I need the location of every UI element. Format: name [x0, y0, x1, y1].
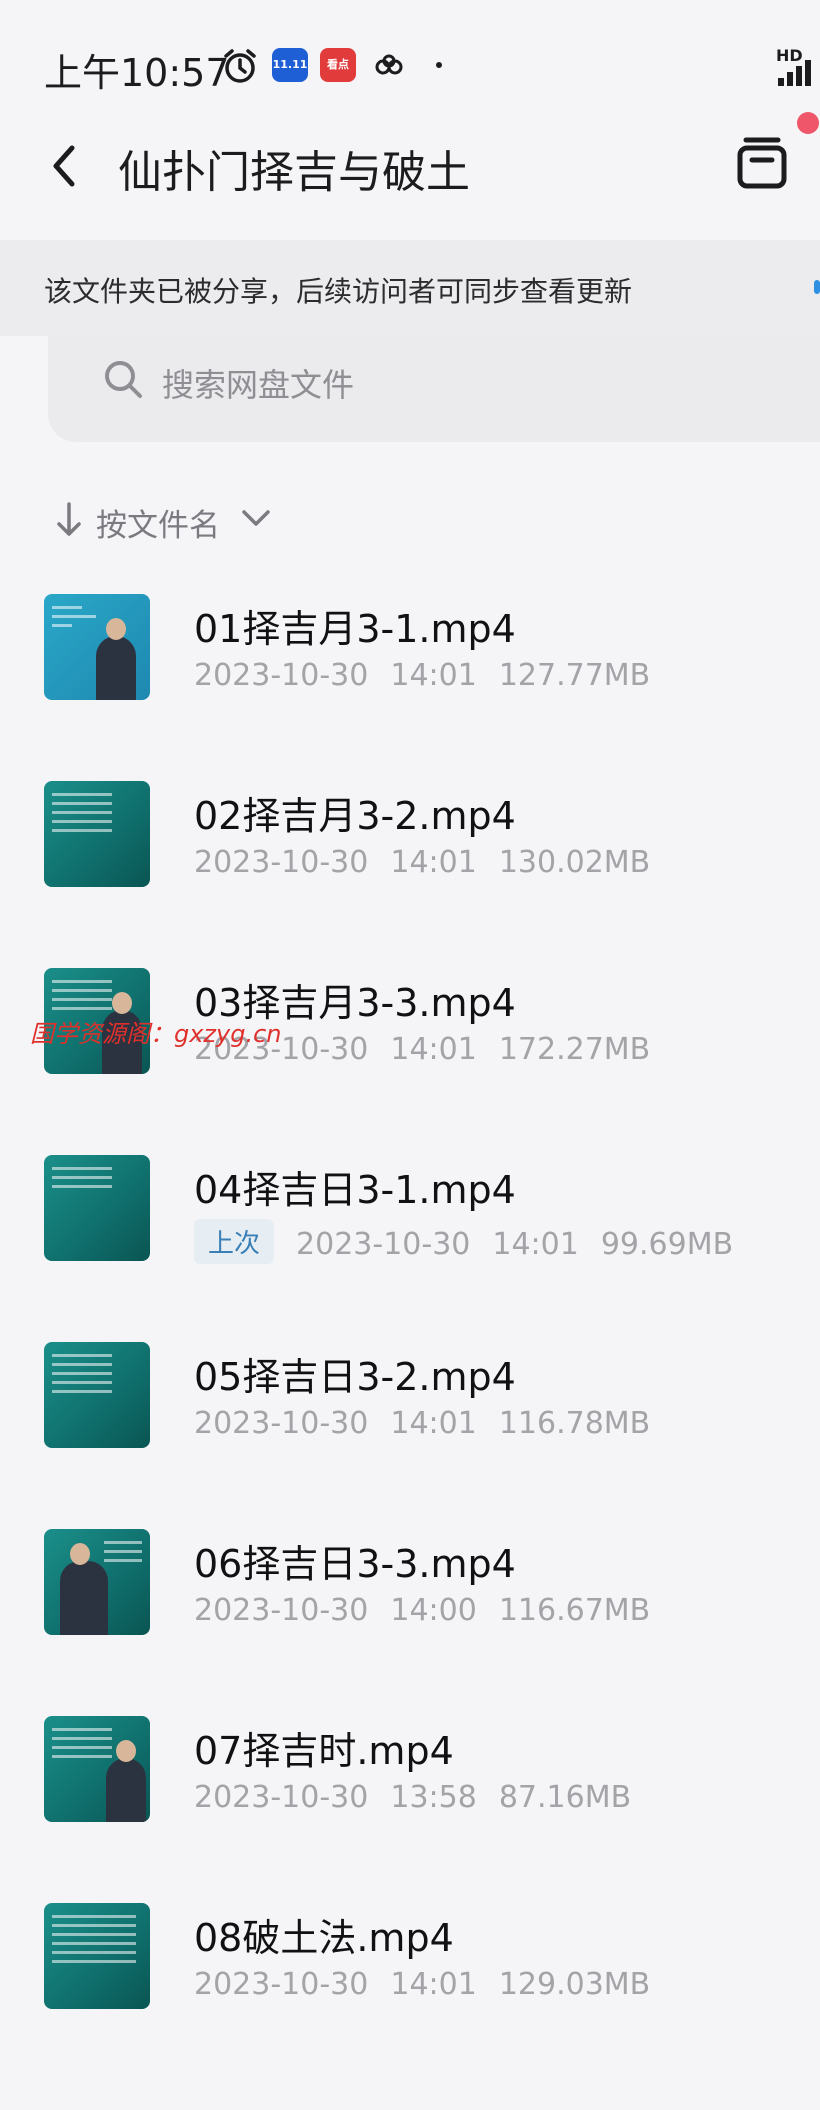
- file-name: 02择吉月3-2.mp4: [194, 794, 516, 838]
- status-bar: 上午10:57 11.11 看点 HD: [0, 0, 820, 130]
- file-time: 13:58: [390, 1780, 477, 1815]
- page-title: 仙扑门择吉与破土: [118, 147, 470, 198]
- file-size: 127.77MB: [498, 658, 651, 693]
- video-thumbnail: [44, 1342, 150, 1448]
- file-row[interactable]: 08破土法.mp4 2023-10-30 14:01 129.03MB: [0, 1869, 820, 2056]
- file-name: 08破土法.mp4: [194, 1916, 454, 1960]
- file-name: 06择吉日3-3.mp4: [194, 1542, 516, 1586]
- file-date: 2023-10-30: [194, 1780, 369, 1815]
- file-date: 2023-10-30: [296, 1227, 471, 1262]
- search-input[interactable]: 搜索网盘文件: [48, 336, 820, 442]
- banner-accent: [814, 280, 820, 294]
- file-size: 116.78MB: [498, 1406, 651, 1441]
- file-time: 14:01: [390, 1967, 477, 2002]
- share-banner: 该文件夹已被分享，后续访问者可同步查看更新: [0, 240, 820, 336]
- file-size: 129.03MB: [498, 1967, 651, 2002]
- file-meta: 上次 2023-10-30 14:01 99.69MB: [194, 1219, 755, 1264]
- file-meta: 2023-10-30 13:58 87.16MB: [194, 1780, 653, 1815]
- last-played-badge: 上次: [194, 1219, 275, 1264]
- file-date: 2023-10-30: [194, 1406, 369, 1441]
- file-name: 07择吉时.mp4: [194, 1729, 454, 1773]
- file-size: 116.67MB: [498, 1593, 651, 1628]
- file-time: 14:01: [390, 1032, 477, 1067]
- file-time: 14:00: [390, 1593, 477, 1628]
- share-banner-text: 该文件夹已被分享，后续访问者可同步查看更新: [44, 275, 633, 308]
- video-thumbnail: [44, 594, 150, 700]
- video-thumbnail: [44, 781, 150, 887]
- chevron-down-icon: [242, 510, 270, 526]
- file-row[interactable]: 06择吉日3-3.mp4 2023-10-30 14:00 116.67MB: [0, 1495, 820, 1682]
- file-meta: 2023-10-30 14:01 129.03MB: [194, 1967, 672, 2002]
- status-time: 上午10:57: [44, 51, 230, 95]
- back-arrow-icon[interactable]: [46, 142, 82, 190]
- file-row[interactable]: 01择吉月3-1.mp4 2023-10-30 14:01 127.77MB: [0, 560, 820, 747]
- app-badge-taobao-icon: 11.11: [272, 48, 308, 82]
- file-row[interactable]: 04择吉日3-1.mp4 上次 2023-10-30 14:01 99.69MB: [0, 1121, 820, 1308]
- file-row[interactable]: 02择吉月3-2.mp4 2023-10-30 14:01 130.02MB: [0, 747, 820, 934]
- video-thumbnail: [44, 1529, 150, 1635]
- file-size: 172.27MB: [498, 1032, 651, 1067]
- app-badge-kandian-icon: 看点: [320, 48, 356, 82]
- video-thumbnail: [44, 1155, 150, 1261]
- file-date: 2023-10-30: [194, 658, 369, 693]
- file-name: 01择吉月3-1.mp4: [194, 607, 516, 651]
- notification-dot: [797, 112, 819, 134]
- file-size: 99.69MB: [600, 1227, 734, 1262]
- signal-icon: [778, 60, 811, 86]
- file-meta: 2023-10-30 14:01 130.02MB: [194, 845, 672, 880]
- file-meta: 2023-10-30 14:01 116.78MB: [194, 1406, 672, 1441]
- file-date: 2023-10-30: [194, 1967, 369, 2002]
- sort-label: 按文件名: [96, 508, 220, 544]
- search-placeholder: 搜索网盘文件: [162, 366, 355, 404]
- alarm-icon: [224, 49, 256, 83]
- video-thumbnail: [44, 1716, 150, 1822]
- file-time: 14:01: [390, 845, 477, 880]
- file-row[interactable]: 07择吉时.mp4 2023-10-30 13:58 87.16MB: [0, 1682, 820, 1869]
- file-size: 130.02MB: [498, 845, 651, 880]
- cloud-icon: [375, 54, 403, 75]
- file-meta: 2023-10-30 14:00 116.67MB: [194, 1593, 672, 1628]
- search-icon: [105, 361, 142, 398]
- file-size: 87.16MB: [498, 1780, 632, 1815]
- file-meta: 2023-10-30 14:01 127.77MB: [194, 658, 672, 693]
- sort-down-arrow-icon: [57, 502, 81, 536]
- file-time: 14:01: [390, 1406, 477, 1441]
- watermark-text: 国学资源阁：gxzyg.cn: [30, 1020, 282, 1048]
- file-name: 04择吉日3-1.mp4: [194, 1168, 516, 1212]
- file-date: 2023-10-30: [194, 845, 369, 880]
- file-name: 05择吉日3-2.mp4: [194, 1355, 516, 1399]
- status-dot-icon: [436, 62, 442, 68]
- file-time: 14:01: [492, 1227, 579, 1262]
- file-date: 2023-10-30: [194, 1593, 369, 1628]
- video-thumbnail: [44, 1903, 150, 2009]
- file-row[interactable]: 05择吉日3-2.mp4 2023-10-30 14:01 116.78MB: [0, 1308, 820, 1495]
- transfer-list-icon[interactable]: [734, 136, 790, 192]
- file-time: 14:01: [390, 658, 477, 693]
